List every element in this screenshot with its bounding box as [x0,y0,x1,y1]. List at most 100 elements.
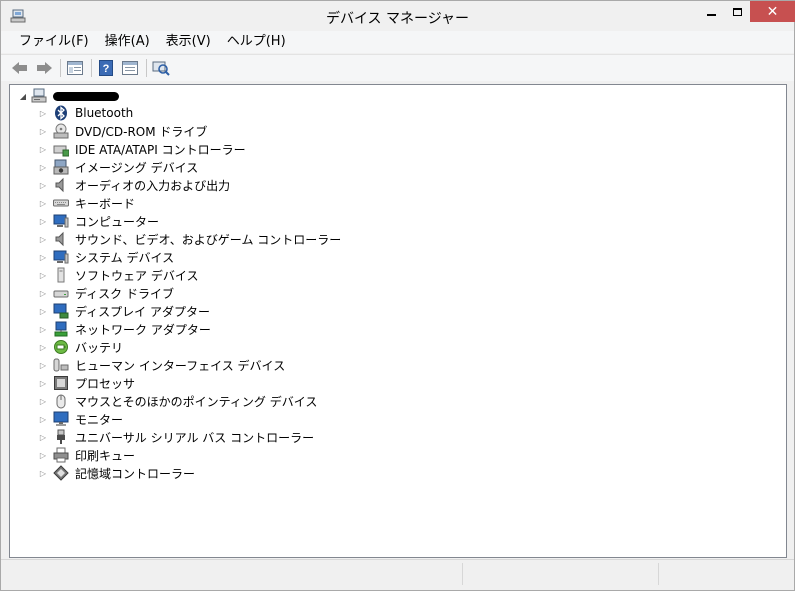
hid-icon [53,357,69,373]
printer-icon [53,447,69,463]
forward-button[interactable] [33,57,55,79]
expand-icon[interactable]: ▷ [38,306,48,316]
toolbar-separator [146,59,147,77]
category-audio-inputs-outputs[interactable]: ▷ オーディオの入力および出力 [38,176,341,194]
help-button[interactable]: ? [95,57,117,79]
expand-icon[interactable]: ▷ [38,288,48,298]
device-tree[interactable]: ◢ ▷ Bluetooth ▷ DVD/CD-ROM ドライブ ▷ IDE AT… [9,84,787,558]
status-bar [1,559,794,590]
back-button[interactable] [9,57,31,79]
view-icon [122,61,138,75]
battery-icon [53,339,69,355]
category-dvd-cd-rom-drives[interactable]: ▷ DVD/CD-ROM ドライブ [38,122,341,140]
expand-icon[interactable]: ▷ [38,108,48,118]
menu-file[interactable]: ファイル(F) [11,32,97,52]
expand-icon[interactable]: ▷ [38,468,48,478]
category-ide-ata-atapi-controllers[interactable]: ▷ IDE ATA/ATAPI コントローラー [38,140,341,158]
monitor-icon [53,411,69,427]
show-hide-console-tree-button[interactable] [64,57,86,79]
window-title: デバイス マネージャー [325,11,470,27]
processor-icon [53,375,69,391]
expand-icon[interactable]: ▷ [38,216,48,226]
software-device-icon [53,267,69,283]
expand-icon[interactable]: ▷ [38,414,48,424]
sound-icon [53,231,69,247]
bluetooth-icon [53,105,69,121]
expand-icon[interactable]: ▷ [38,324,48,334]
close-button[interactable]: ✕ [750,1,795,22]
view-button[interactable] [119,57,141,79]
expand-icon[interactable]: ▷ [38,270,48,280]
computer-name-redacted [53,91,119,101]
mouse-icon [53,393,69,409]
expand-icon[interactable]: ▷ [38,252,48,262]
category-sound-video-game-controllers[interactable]: ▷ サウンド、ビデオ、およびゲーム コントローラー [38,230,341,248]
help-icon: ? [99,60,113,76]
svg-text:?: ? [103,63,110,75]
expand-icon[interactable]: ▷ [38,378,48,388]
back-icon [12,62,27,74]
computer-root-icon [31,88,47,104]
speaker-icon [53,177,69,193]
category-system-devices[interactable]: ▷ システム デバイス [38,248,341,266]
disk-drive-icon [53,285,69,301]
ide-controller-icon [53,141,69,157]
close-icon: ✕ [766,3,779,20]
expand-icon[interactable]: ▷ [38,126,48,136]
camera-icon [53,159,69,175]
menu-action[interactable]: 操作(A) [97,32,158,52]
expanded-icon[interactable]: ◢ [18,91,28,101]
system-device-icon [53,249,69,265]
title-bar[interactable]: デバイス マネージャー ✕ [1,1,795,31]
category-usb-controllers[interactable]: ▷ ユニバーサル シリアル バス コントローラー [38,428,341,446]
dvd-drive-icon [53,123,69,139]
maximize-button[interactable] [724,1,750,22]
category-processors[interactable]: ▷ プロセッサ [38,374,341,392]
device-manager-window: デバイス マネージャー ✕ ファイル(F) 操作(A) 表示(V) ヘルプ(H)… [0,0,795,591]
toolbar: ? [1,54,794,81]
status-pane [462,563,658,585]
category-bluetooth[interactable]: ▷ Bluetooth [38,104,341,122]
maximize-icon [732,7,742,16]
expand-icon[interactable]: ▷ [38,360,48,370]
toolbar-separator [91,59,92,77]
expand-icon[interactable]: ▷ [38,396,48,406]
computer-icon [53,213,69,229]
storage-controller-icon [53,465,69,481]
category-human-interface-devices[interactable]: ▷ ヒューマン インターフェイス デバイス [38,356,341,374]
menu-bar: ファイル(F) 操作(A) 表示(V) ヘルプ(H) [1,31,794,53]
category-disk-drives[interactable]: ▷ ディスク ドライブ [38,284,341,302]
status-pane [658,563,794,585]
menu-help[interactable]: ヘルプ(H) [219,32,294,52]
expand-icon[interactable]: ▷ [38,450,48,460]
category-software-devices[interactable]: ▷ ソフトウェア デバイス [38,266,341,284]
menu-view[interactable]: 表示(V) [158,32,219,52]
category-computer[interactable]: ▷ コンピューター [38,212,341,230]
category-print-queues[interactable]: ▷ 印刷キュー [38,446,341,464]
expand-icon[interactable]: ▷ [38,234,48,244]
keyboard-icon [53,195,69,211]
category-storage-controllers[interactable]: ▷ 記憶域コントローラー [38,464,341,482]
usb-icon [53,429,69,445]
expand-icon[interactable]: ▷ [38,432,48,442]
expand-icon[interactable]: ▷ [38,180,48,190]
category-network-adapters[interactable]: ▷ ネットワーク アダプター [38,320,341,338]
scan-hardware-icon [152,61,170,76]
scan-hardware-button[interactable] [150,57,172,79]
category-imaging-devices[interactable]: ▷ イメージング デバイス [38,158,341,176]
expand-icon[interactable]: ▷ [38,198,48,208]
minimize-icon [706,13,716,16]
tree-root-computer[interactable]: ◢ [18,87,119,105]
category-display-adapters[interactable]: ▷ ディスプレイ アダプター [38,302,341,320]
properties-pane-icon [67,61,83,75]
expand-icon[interactable]: ▷ [38,144,48,154]
expand-icon[interactable]: ▷ [38,162,48,172]
minimize-button[interactable] [698,1,724,22]
expand-icon[interactable]: ▷ [38,342,48,352]
category-batteries[interactable]: ▷ バッテリ [38,338,341,356]
category-keyboards[interactable]: ▷ キーボード [38,194,341,212]
network-adapter-icon [53,321,69,337]
toolbar-separator [60,59,61,77]
category-mice-pointing-devices[interactable]: ▷ マウスとそのほかのポインティング デバイス [38,392,341,410]
category-monitors[interactable]: ▷ モニター [38,410,341,428]
